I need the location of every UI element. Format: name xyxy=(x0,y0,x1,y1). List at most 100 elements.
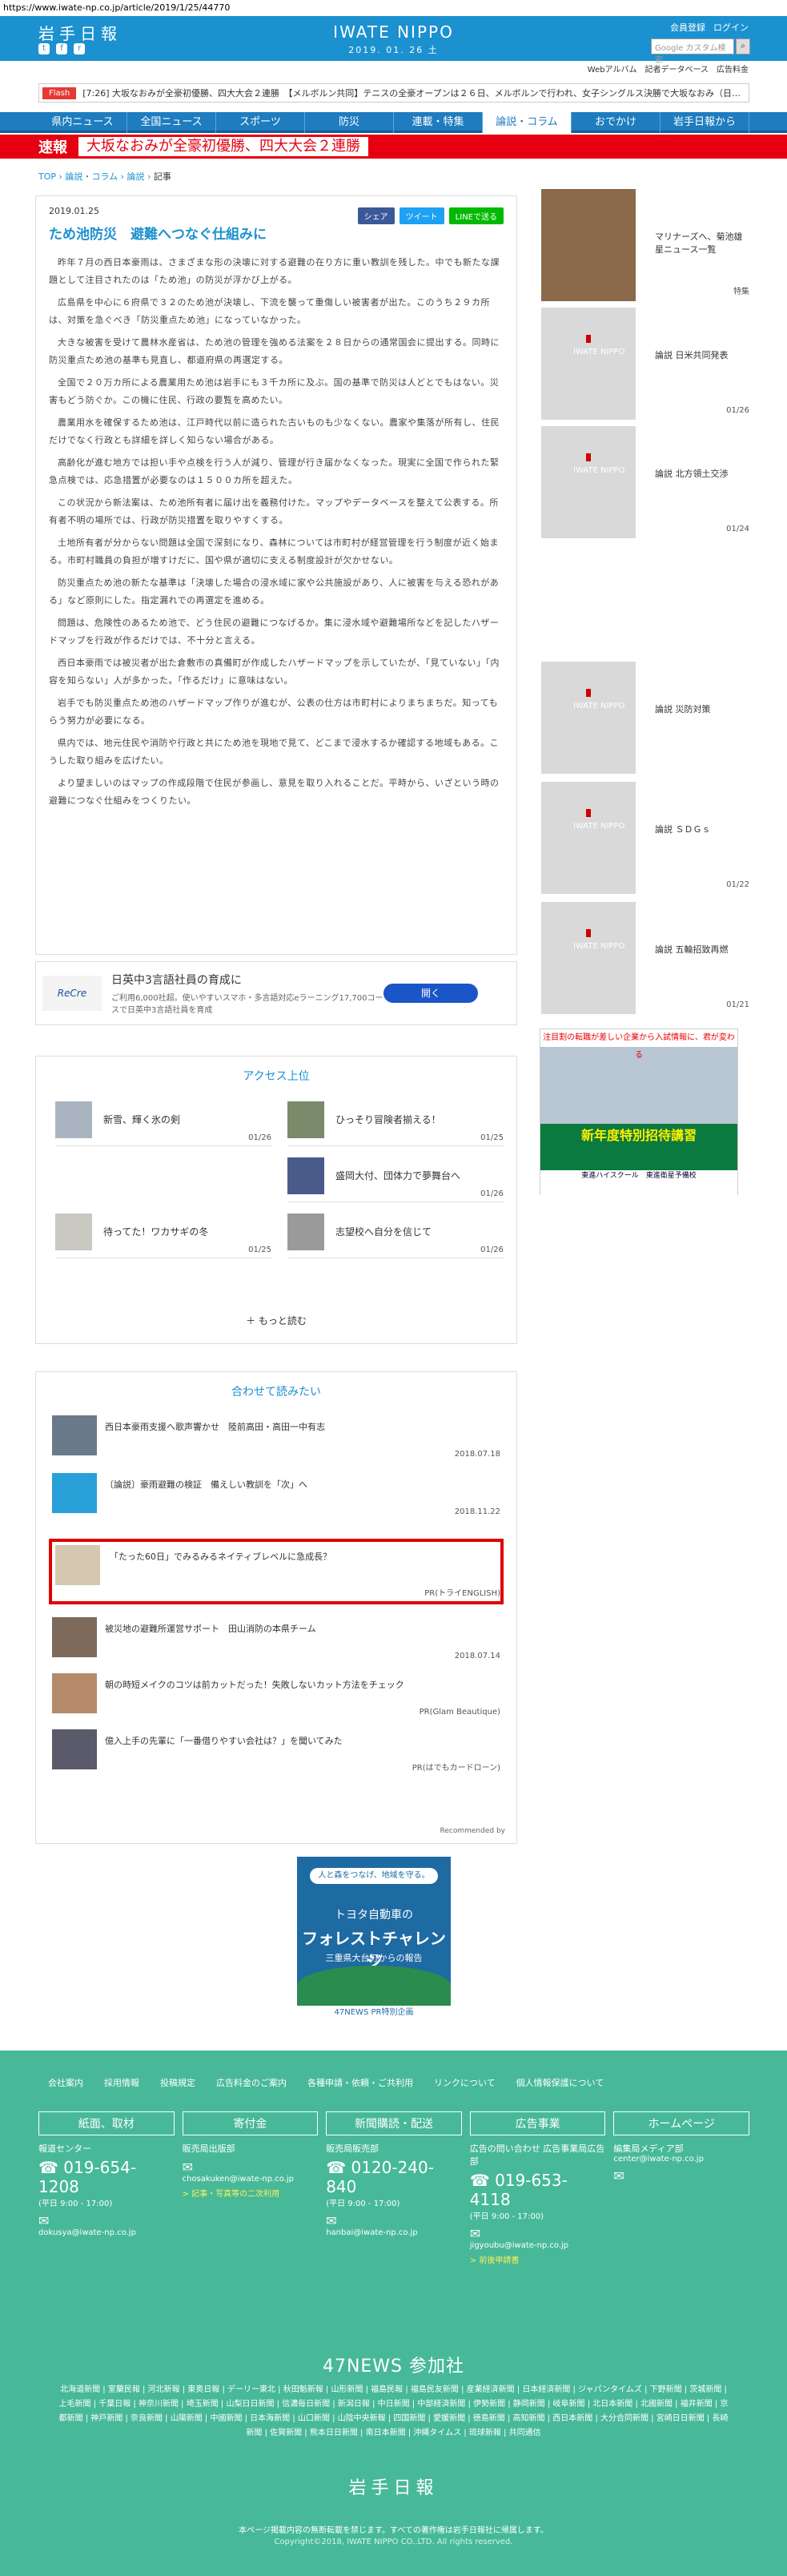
nav-sports[interactable]: スポーツ xyxy=(216,112,305,133)
sidebar-item[interactable]: IWATE NIPPO 論説 北方領土交渉 01/24 xyxy=(541,426,753,538)
sidebar-item[interactable]: IWATE NIPPO 論説 五輪招致再燃 01/21 xyxy=(541,902,753,1014)
sidebar-item-title[interactable]: 論説 北方領土交渉 xyxy=(655,468,751,481)
nav-prefecture-news[interactable]: 県内ニュース xyxy=(38,112,127,133)
breaking-text[interactable]: 大坂なおみが全豪初優勝、四大大会２連勝 xyxy=(78,137,368,156)
recommend-thumbnail[interactable] xyxy=(52,1617,97,1657)
nav-from-iwate[interactable]: 岩手日報から xyxy=(661,112,749,133)
contact-phone[interactable]: ☎ 0120-240-840 xyxy=(326,2158,462,2196)
browser-url[interactable]: https://www.iwate-np.co.jp/article/2019/… xyxy=(0,0,787,16)
ranking-item-title[interactable]: 盛岡大付、団体力で夢舞台へ xyxy=(335,1169,460,1182)
site-logo[interactable]: 岩手日報 xyxy=(38,21,122,44)
subnav-album[interactable]: Webアルバム xyxy=(588,62,637,74)
ranking-item-title[interactable]: 志望校へ自分を信じて xyxy=(335,1225,432,1238)
footer-logo[interactable]: 岩手日報 xyxy=(0,2473,787,2499)
facebook-share-button[interactable]: シェア xyxy=(357,207,395,224)
login-link[interactable]: ログイン xyxy=(713,21,749,34)
recommend-item-title[interactable]: 「たった60日」でみるみるネイティブレベルに急成長？ xyxy=(110,1550,331,1563)
ranking-item[interactable]: ひっそり冒険者揃える！ 01/25 xyxy=(287,1098,504,1146)
contact-phone[interactable]: ☎ 019-653-4118 xyxy=(470,2171,606,2209)
ranking-item[interactable]: 待ってた！ワカサギの冬 01/25 xyxy=(55,1210,271,1258)
footer-link[interactable]: 各種申請・依頼・ご共利用 xyxy=(307,2076,413,2089)
ranking-item[interactable]: 盛岡大付、団体力で夢舞台へ 01/26 xyxy=(287,1154,504,1202)
sidebar-item-title[interactable]: 論説 災防対策 xyxy=(655,703,751,716)
footer-link[interactable]: 広告料金のご案内 xyxy=(216,2076,287,2089)
contact-link[interactable]: > 前後申請書 xyxy=(470,2253,606,2265)
footer-link[interactable]: 個人情報保護について xyxy=(516,2076,604,2089)
brand-name[interactable]: IWATE NIPPO xyxy=(315,22,472,42)
recommend-thumbnail[interactable] xyxy=(52,1473,97,1513)
tweet-button[interactable]: ツイート xyxy=(399,207,444,224)
nav-national-news[interactable]: 全国ニュース xyxy=(127,112,216,133)
contact-link[interactable]: > 記事・写真等の二次利用 xyxy=(183,2187,319,2199)
ranking-item[interactable]: 志望校へ自分を信じて 01/26 xyxy=(287,1210,504,1258)
recommend-item-title[interactable]: 西日本豪雨支援へ歌声響かせ 陸前高田・高田一中有志 xyxy=(105,1420,325,1433)
ranking-item-title[interactable]: 待ってた！ワカサギの冬 xyxy=(103,1225,208,1238)
recommend-item-title[interactable]: 億入上手の先輩に「一番借りやすい会社は？」を聞いてみた xyxy=(105,1734,343,1747)
ranking-thumbnail[interactable] xyxy=(287,1214,324,1250)
contact-email[interactable]: jigyoubu@iwate-np.co.jp xyxy=(470,2241,606,2250)
subnav-adprice[interactable]: 広告料金 xyxy=(717,62,749,74)
sidebar-thumbnail[interactable] xyxy=(541,189,636,301)
contact-email[interactable]: hanbai@iwate-np.co.jp xyxy=(326,2228,462,2237)
nav-features[interactable]: 連載・特集 xyxy=(394,112,483,133)
recommend-item-title[interactable]: 〔論説〕豪雨避難の検証 備えしい教訓を「次」へ xyxy=(105,1478,307,1491)
ranking-thumbnail[interactable] xyxy=(55,1214,92,1250)
facebook-icon[interactable]: f xyxy=(56,43,67,54)
ranking-item[interactable]: 新雪、輝く氷の剣 01/26 xyxy=(55,1098,271,1146)
nav-editorial[interactable]: 論説・コラム xyxy=(483,112,572,133)
footer-link[interactable]: リンクについて xyxy=(434,2076,496,2089)
recommend-item-title[interactable]: 被災地の避難所運営サポート 田山消防の本県チーム xyxy=(105,1622,316,1635)
line-share-button[interactable]: LINEで送る xyxy=(448,207,504,224)
register-link[interactable]: 会員登録 xyxy=(670,21,705,34)
recommend-thumbnail[interactable] xyxy=(52,1415,97,1455)
ranking-item-title[interactable]: 新雪、輝く氷の剣 xyxy=(103,1113,180,1126)
ad-open-button[interactable]: 開く xyxy=(383,984,478,1003)
sidebar-item-title[interactable]: 論説 ＳＤＧｓ xyxy=(655,823,751,836)
subnav-database[interactable]: 記者データベース xyxy=(645,62,709,74)
crumb-ronsetsu[interactable]: 論説 xyxy=(127,171,145,182)
recommend-item[interactable]: 西日本豪雨支援へ歌声響かせ 陸前高田・高田一中有志 2018.07.18 xyxy=(52,1412,500,1462)
twitter-icon[interactable]: t xyxy=(38,43,50,54)
ranking-thumbnail[interactable] xyxy=(287,1101,324,1138)
ranking-thumbnail[interactable] xyxy=(55,1101,92,1138)
sidebar-thumbnail[interactable]: IWATE NIPPO xyxy=(541,308,636,420)
contact-phone[interactable]: ☎ 019-654-1208 xyxy=(38,2158,175,2196)
contact-email[interactable]: center@iwate-np.co.jp xyxy=(613,2155,749,2163)
sidebar-item[interactable]: IWATE NIPPO 論説 災防対策 xyxy=(541,662,753,774)
powered-by[interactable]: Recommended by xyxy=(440,1827,505,1835)
recommend-item[interactable]: 被災地の避難所運営サポート 田山消防の本県チーム 2018.07.14 xyxy=(52,1614,500,1664)
nav-disaster[interactable]: 防災 xyxy=(305,112,394,133)
forest-challenge-ad[interactable]: 人と森をつなげ、地域を守る。 トヨタ自動車の フォレストチャレンジ 三重県大台町… xyxy=(297,1857,451,2020)
sidebar-ad[interactable]: 注目割の転職が差しい企業から入試情報に、君が変わる 新年度特別招待講習 東進ハイ… xyxy=(540,1028,738,1196)
sidebar-item-title[interactable]: 論説 五輪招致再燃 xyxy=(655,944,751,956)
more-link[interactable]: ＋ もっと読む xyxy=(36,1314,516,1327)
n47-partner-list[interactable]: 北海道新聞 | 室蘭民報 | 河北新報 | 東奥日報 | デーリー東北 | 秋田… xyxy=(56,2383,731,2441)
sidebar-item[interactable]: IWATE NIPPO 論説 日米共同発表 01/26 xyxy=(541,308,753,420)
sidebar-thumbnail[interactable]: IWATE NIPPO xyxy=(541,426,636,538)
sidebar-thumbnail[interactable]: IWATE NIPPO xyxy=(541,782,636,894)
footer-link[interactable]: 投稿規定 xyxy=(160,2076,195,2089)
rss-icon[interactable]: r xyxy=(74,43,85,54)
recommend-thumbnail[interactable] xyxy=(52,1729,97,1769)
recommend-thumbnail[interactable] xyxy=(55,1545,100,1585)
ranking-thumbnail[interactable] xyxy=(287,1157,324,1194)
footer-link[interactable]: 会社案内 xyxy=(48,2076,83,2089)
sidebar-thumbnail[interactable]: IWATE NIPPO xyxy=(541,662,636,774)
ranking-item-title[interactable]: ひっそり冒険者揃える！ xyxy=(335,1113,441,1126)
recommend-item[interactable]: 〔論説〕豪雨避難の検証 備えしい教訓を「次」へ 2018.11.22 xyxy=(52,1470,500,1519)
sidebar-item-title[interactable]: マリナーズへ、菊池雄星ニュース一覧 xyxy=(655,231,751,256)
recommend-item-title[interactable]: 朝の時短メイクのコツは前カットだった！失敗しないカット方法をチェック xyxy=(105,1678,404,1691)
crumb-top[interactable]: TOP xyxy=(38,171,56,182)
more-label[interactable]: もっと読む xyxy=(259,1315,307,1326)
recommend-item[interactable]: 朝の時短メイクのコツは前カットだった！失敗しないカット方法をチェック PR(Gl… xyxy=(52,1670,500,1720)
recommend-item-highlighted[interactable]: 「たった60日」でみるみるネイティブレベルに急成長？ PR(トライENGLISH… xyxy=(49,1539,504,1604)
recommend-item[interactable]: 億入上手の先輩に「一番借りやすい会社は？」を聞いてみた PR(はでもカードローン… xyxy=(52,1726,500,1776)
sidebar-item-title[interactable]: 論説 日米共同発表 xyxy=(655,349,751,362)
search-button[interactable]: ⌕ xyxy=(736,38,750,54)
nav-outing[interactable]: おでかけ xyxy=(572,112,661,133)
crumb-editorial[interactable]: 論説・コラム xyxy=(65,171,118,182)
recommend-thumbnail[interactable] xyxy=(52,1673,97,1713)
flash-text[interactable]: [7:26] 大坂なおみが全豪初優勝、四大大会２連勝 【メルボルン共同】テニスの… xyxy=(82,87,741,99)
search-input[interactable]: Google カスタム検索 xyxy=(651,38,734,65)
sidebar-item[interactable]: マリナーズへ、菊池雄星ニュース一覧 特集 xyxy=(541,189,753,301)
